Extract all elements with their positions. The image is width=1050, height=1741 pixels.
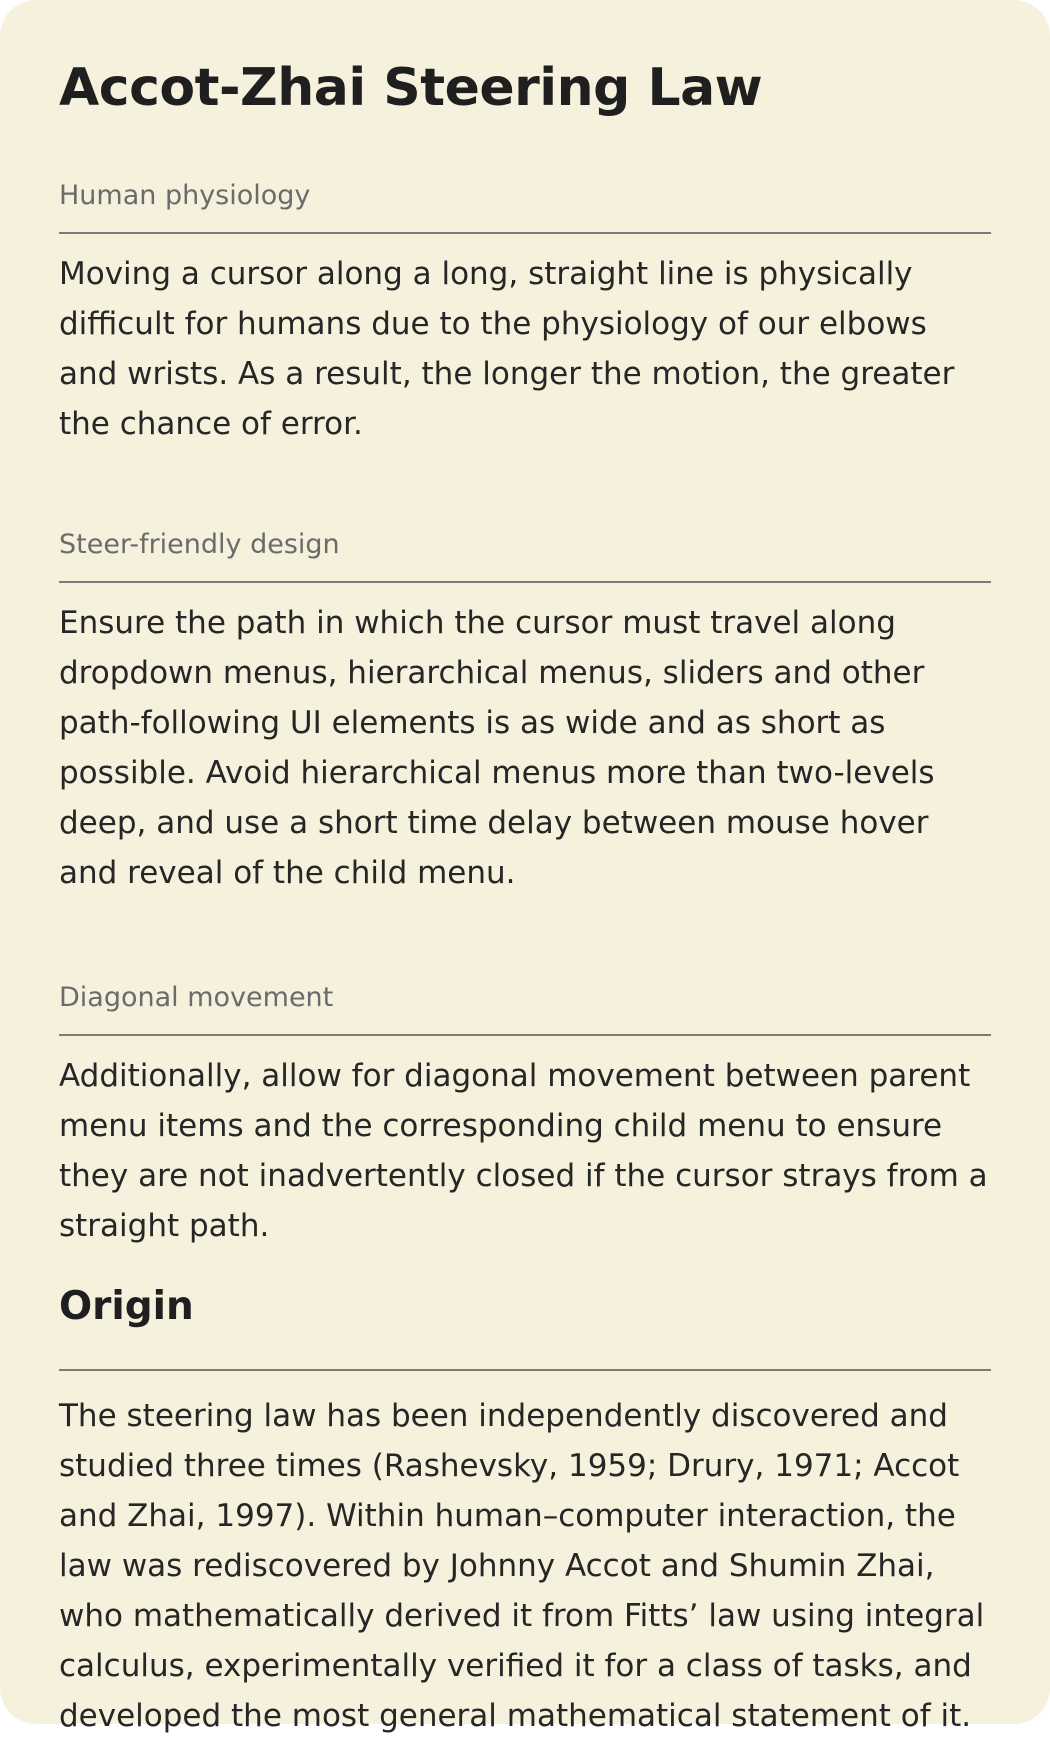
section-diagonal-movement: Diagonal movement Additionally, allow fo… (59, 978, 991, 1251)
section-body: Ensure the path in which the cursor must… (59, 605, 935, 891)
origin-body: The steering law has been independently … (59, 1398, 985, 1734)
section-label: Human physiology (59, 176, 991, 234)
origin-heading: Origin (59, 1279, 991, 1371)
article-card: Accot-Zhai Steering Law Human physiology… (0, 0, 1050, 1734)
section-steer-friendly-design: Steer-friendly design Ensure the path in… (59, 525, 991, 898)
section-body: Moving a cursor along a long, straight l… (59, 256, 955, 442)
section-origin: Origin The steering law has been indepen… (59, 1279, 991, 1741)
section-label: Steer-friendly design (59, 525, 991, 583)
section-body: Additionally, allow for diagonal movemen… (59, 1058, 988, 1244)
page-title: Accot-Zhai Steering Law (59, 58, 763, 118)
section-label: Diagonal movement (59, 978, 991, 1036)
section-human-physiology: Human physiology Moving a cursor along a… (59, 176, 991, 449)
